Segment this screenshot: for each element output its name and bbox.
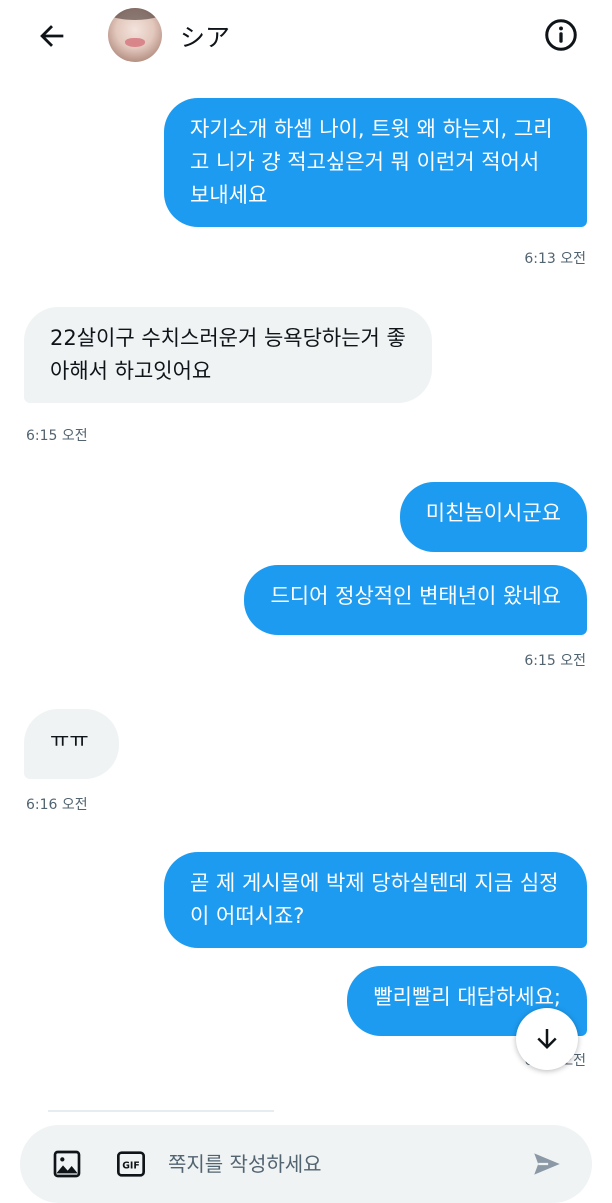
arrow-left-icon [40,25,64,47]
partial-message-edge [48,1110,274,1112]
info-circle-icon [545,19,577,51]
message-input[interactable] [168,1147,498,1181]
message-bubble-outgoing[interactable]: 곧 제 게시물에 박제 당하실텐데 지금 심정이 어떠시죠? [164,852,587,948]
svg-text:GIF: GIF [122,1160,140,1171]
message-timestamp: 6:16 오전 [26,797,88,813]
conversation-title[interactable]: シア [180,18,230,54]
message-timestamp: 6:15 오전 [524,653,586,669]
gif-button[interactable]: GIF [112,1145,150,1183]
message-composer: GIF [20,1125,592,1203]
message-timestamp: 6:13 오전 [524,251,586,267]
message-bubble-outgoing[interactable]: 자기소개 하셈 나이, 트윗 왜 하는지, 그리고 니가 걍 적고싶은거 뭐 이… [164,98,587,227]
gif-icon: GIF [117,1151,145,1177]
arrow-down-icon [537,1029,557,1049]
message-timestamp: 6:15 오전 [26,428,88,444]
message-bubble-outgoing[interactable]: 미친놈이시군요 [399,482,587,552]
message-bubble-incoming[interactable]: 22살이구 수치스러운거 능욕당하는거 좋아해서 하고잇어요 [24,307,432,403]
conversation-info-button[interactable] [540,14,582,56]
media-button[interactable] [48,1145,86,1183]
image-icon [53,1150,81,1178]
send-button[interactable] [528,1145,566,1183]
message-bubble-outgoing[interactable]: 드디어 정상적인 변태년이 왔네요 [244,565,587,635]
back-button[interactable] [30,14,74,58]
send-icon [534,1153,560,1175]
avatar[interactable] [108,8,162,62]
conversation-header: シア [0,0,612,72]
message-bubble-incoming[interactable]: ㅠㅠ [24,709,119,779]
scroll-to-bottom-button[interactable] [516,1008,578,1070]
